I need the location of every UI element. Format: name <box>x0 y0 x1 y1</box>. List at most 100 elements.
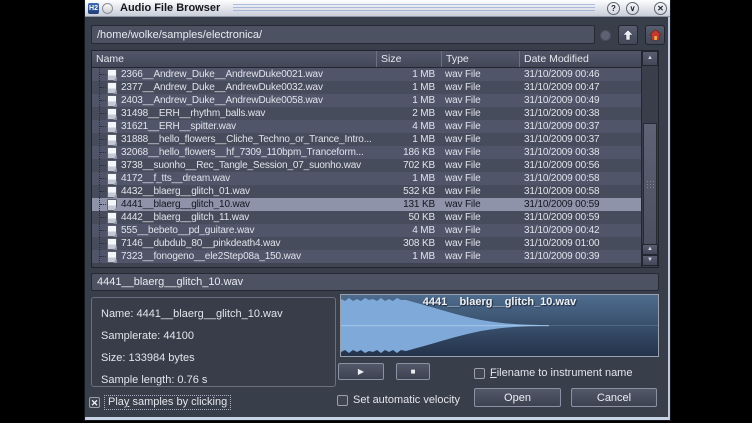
cell-type: wav File <box>441 146 519 159</box>
help-button[interactable]: ? <box>607 2 620 15</box>
cell-name[interactable]: 3738__suonho__Rec_Tangle_Session_07_suon… <box>92 159 376 172</box>
cell-type: wav File <box>441 224 519 237</box>
file-icon <box>107 121 117 133</box>
checkbox-label: Set automatic velocity <box>353 394 460 406</box>
column-header-date[interactable]: Date Modified <box>519 51 642 67</box>
table-header: Name Size Type Date Modified <box>92 51 642 68</box>
cell-type: wav File <box>441 198 519 211</box>
cell-name[interactable]: 31888__hello_flowers__Cliche_Techno_or_T… <box>92 133 376 146</box>
filename-to-instrument-checkbox[interactable]: Filename to instrument name <box>474 367 632 379</box>
column-header-size[interactable]: Size <box>376 51 441 67</box>
cell-size: 131 KB <box>376 198 441 211</box>
scroll-up-button-bottom[interactable]: ▲ <box>642 244 658 255</box>
file-icon <box>107 238 117 250</box>
tree-branch-icon <box>92 107 107 120</box>
table-row[interactable]: 4172__f_tts__dream.wav1 MBwav File31/10/… <box>92 172 642 185</box>
play-samples-by-clicking-checkbox[interactable]: ✕ Play samples by clicking <box>89 396 230 409</box>
titlebar-decoration <box>233 4 595 13</box>
audio-file-browser-window: H2 Audio File Browser ? ∨ ✕ Name Size <box>85 0 670 420</box>
table-row[interactable]: 7323__fonogeno__ele2Step08a_150.wav1 MBw… <box>92 250 642 263</box>
cell-name[interactable]: 31621__ERH__spitter.wav <box>92 120 376 133</box>
checkbox-box[interactable] <box>337 395 348 406</box>
window-menu-button[interactable] <box>102 3 113 14</box>
file-icon <box>107 95 117 107</box>
checkbox-box[interactable] <box>474 368 485 379</box>
cell-name[interactable]: 4172__f_tts__dream.wav <box>92 172 376 185</box>
status-led <box>600 30 611 41</box>
cell-name[interactable]: 4441__blaerg__glitch_10.wav <box>92 198 376 211</box>
cancel-button[interactable]: Cancel <box>571 388 657 407</box>
file-icon <box>107 108 117 120</box>
table-row[interactable]: 4442__blaerg__glitch_11.wav50 KBwav File… <box>92 211 642 224</box>
table-row[interactable]: 31621__ERH__spitter.wav4 MBwav File31/10… <box>92 120 642 133</box>
file-icon <box>107 186 117 198</box>
stop-button[interactable]: ■ <box>396 363 430 380</box>
table-row[interactable]: 31498__ERH__rhythm_balls.wav2 MBwav File… <box>92 107 642 120</box>
cell-date: 31/10/2009 00:58 <box>519 172 642 185</box>
waveform-preview: 4441__blaerg__glitch_10.wav <box>340 294 659 357</box>
cell-date: 31/10/2009 00:38 <box>519 107 642 120</box>
cell-size: 50 KB <box>376 211 441 224</box>
table-row[interactable]: 555__bebeto__pd_guitare.wav4 MBwav File3… <box>92 224 642 237</box>
checkbox-label: Play samples by clicking <box>105 396 230 409</box>
table-row[interactable]: 2403__Andrew_Duke__AndrewDuke0058.wav1 M… <box>92 94 642 107</box>
cell-name[interactable]: 2377__Andrew_Duke__AndrewDuke0032.wav <box>92 81 376 94</box>
table-row[interactable]: 7146__dubdub_80__pinkdeath4.wav308 KBwav… <box>92 237 642 250</box>
cell-name[interactable]: 4442__blaerg__glitch_11.wav <box>92 211 376 224</box>
open-button[interactable]: Open <box>474 388 561 407</box>
home-directory-button[interactable] <box>645 25 665 45</box>
sample-info-panel: Name: 4441__blaerg__glitch_10.wav Sample… <box>91 297 336 387</box>
vertical-scrollbar[interactable]: ▲ ▲ ▼ <box>641 51 658 267</box>
selected-filename-field[interactable]: 4441__blaerg__glitch_10.wav <box>91 273 659 291</box>
tree-branch-icon <box>92 185 107 198</box>
tree-branch-icon <box>92 159 107 172</box>
cell-type: wav File <box>441 250 519 263</box>
path-input[interactable] <box>91 25 595 44</box>
cell-name[interactable]: 32068__hello_flowers__hf_7309_110bpm_Tra… <box>92 146 376 159</box>
cell-type: wav File <box>441 211 519 224</box>
scroll-down-button[interactable]: ▼ <box>642 255 658 266</box>
play-button[interactable]: ▶ <box>338 363 384 380</box>
file-icon <box>107 69 117 81</box>
cell-name[interactable]: 2403__Andrew_Duke__AndrewDuke0058.wav <box>92 94 376 107</box>
cell-size: 308 KB <box>376 237 441 250</box>
cell-type: wav File <box>441 94 519 107</box>
cell-size: 1 MB <box>376 94 441 107</box>
shade-button[interactable]: ∨ <box>626 2 639 15</box>
titlebar[interactable]: H2 Audio File Browser ? ∨ ✕ <box>85 0 670 17</box>
cell-name[interactable]: 7146__dubdub_80__pinkdeath4.wav <box>92 237 376 250</box>
table-row[interactable]: 32068__hello_flowers__hf_7309_110bpm_Tra… <box>92 146 642 159</box>
cell-name[interactable]: 555__bebeto__pd_guitare.wav <box>92 224 376 237</box>
table-row[interactable]: 2366__Andrew_Duke__AndrewDuke0021.wav1 M… <box>92 68 642 81</box>
close-button[interactable]: ✕ <box>654 2 667 15</box>
table-row[interactable]: 31888__hello_flowers__Cliche_Techno_or_T… <box>92 133 642 146</box>
tree-branch-icon <box>92 224 107 237</box>
column-header-type[interactable]: Type <box>441 51 519 67</box>
info-size: Size: 133984 bytes <box>101 349 326 371</box>
cell-date: 31/10/2009 00:37 <box>519 120 642 133</box>
cell-name[interactable]: 4432__blaerg__glitch_01.wav <box>92 185 376 198</box>
table-row[interactable]: 4432__blaerg__glitch_01.wav532 KBwav Fil… <box>92 185 642 198</box>
file-icon <box>107 82 117 94</box>
cell-size: 4 MB <box>376 224 441 237</box>
column-header-name[interactable]: Name <box>92 51 376 67</box>
up-arrow-icon <box>622 29 634 41</box>
checkbox-label: Filename to instrument name <box>490 367 632 379</box>
cell-name[interactable]: 7323__fonogeno__ele2Step08a_150.wav <box>92 250 376 263</box>
scrollbar-thumb[interactable] <box>643 123 657 245</box>
table-row[interactable]: 4441__blaerg__glitch_10.wav131 KBwav Fil… <box>92 198 642 211</box>
cell-type: wav File <box>441 68 519 81</box>
cell-name[interactable]: 2366__Andrew_Duke__AndrewDuke0021.wav <box>92 68 376 81</box>
scroll-up-button[interactable]: ▲ <box>642 51 658 66</box>
table-row[interactable]: 2377__Andrew_Duke__AndrewDuke0032.wav1 M… <box>92 81 642 94</box>
table-row[interactable]: 3738__suonho__Rec_Tangle_Session_07_suon… <box>92 159 642 172</box>
cell-date: 31/10/2009 00:47 <box>519 81 642 94</box>
tree-branch-icon <box>92 120 107 133</box>
checkbox-box[interactable]: ✕ <box>89 397 100 408</box>
cell-date: 31/10/2009 00:59 <box>519 211 642 224</box>
up-directory-button[interactable] <box>618 25 638 45</box>
set-automatic-velocity-checkbox[interactable]: Set automatic velocity <box>337 394 460 406</box>
cell-size: 702 KB <box>376 159 441 172</box>
cell-name[interactable]: 31498__ERH__rhythm_balls.wav <box>92 107 376 120</box>
file-table: Name Size Type Date Modified 2366__Andre… <box>91 50 659 268</box>
